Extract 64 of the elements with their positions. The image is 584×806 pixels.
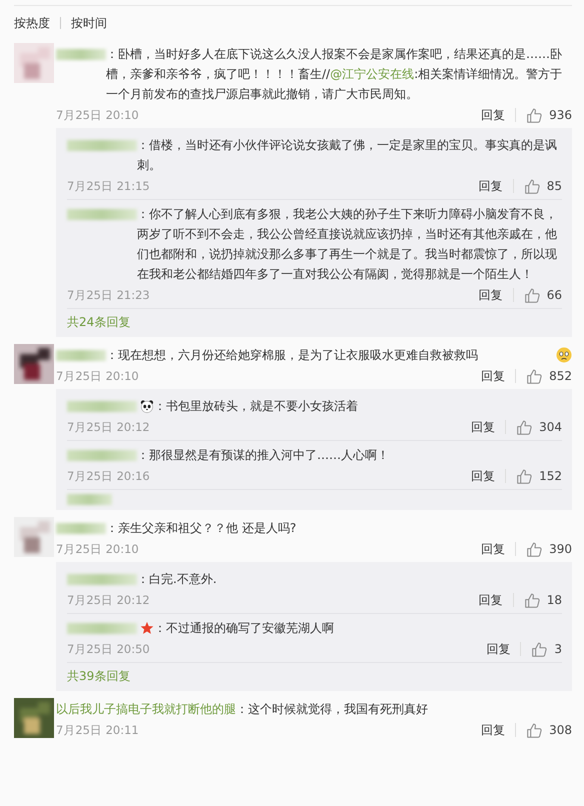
comment-text: ：亲生父亲和祖父？？他 还是人吗?: [106, 520, 298, 537]
like-count: 304: [539, 420, 562, 434]
like-count: 308: [549, 723, 572, 737]
reply-link[interactable]: 回复: [481, 368, 506, 384]
reply-text: ：书包里放砖头，就是不要小女孩活着: [154, 398, 359, 415]
sort-tab[interactable]: 按热度: [14, 14, 50, 32]
blurred-username: [56, 350, 106, 361]
comment-text: ：这个时候就觉得，我国有死刑真好: [236, 701, 429, 718]
like-count: 936: [549, 108, 572, 122]
thumbs-up-icon[interactable]: [526, 540, 544, 558]
timestamp: 7月25日 20:50: [67, 642, 150, 656]
reply-link[interactable]: 回复: [486, 640, 510, 658]
thumbs-up-icon[interactable]: [516, 418, 534, 436]
reply-link[interactable]: 回复: [481, 540, 506, 558]
like-count: 390: [549, 542, 572, 556]
timestamp: 7月25日 20:12: [67, 420, 150, 434]
like-count: 18: [546, 593, 562, 607]
blurred-username: [56, 523, 106, 534]
reply-text: ：白完.不意外.: [137, 571, 218, 588]
blurred-username: [67, 401, 137, 412]
blurred-username: [67, 140, 137, 151]
timestamp: 7月25日 20:10: [56, 108, 139, 122]
blurred-username: [67, 450, 137, 461]
thumbs-up-icon[interactable]: [516, 468, 534, 484]
blurred-username: [67, 623, 137, 634]
thumbs-up-icon[interactable]: [531, 640, 548, 658]
reply-link[interactable]: 回复: [478, 178, 503, 194]
reply-text: ：那很显然是有预谋的推入河中了……人心啊！: [137, 447, 390, 464]
like-count: 852: [549, 369, 572, 383]
reply-text: ：你不了解人心到底有多狠，我老公大姨的孙子生下来听力障碍小脑发育不良，两岁了听不到不会走，我公公曾经直接说就应该扔掉，当时还有其他亲戚在，他们也都附和，说扔掉就没那么多事了再生一个就是了。我当时都震惊了，所以现在我和老公都结婚四年多了一直对我公公有隔阂，觉得那就是一个陌生人！: [137, 206, 558, 283]
thumbs-up-icon[interactable]: [526, 722, 544, 738]
reply-link[interactable]: 回复: [481, 722, 506, 738]
reply-link[interactable]: 回复: [471, 418, 496, 436]
thumbs-up-icon[interactable]: [524, 592, 541, 608]
timestamp: 7月25日 20:16: [67, 468, 150, 484]
timestamp: 7月25日 20:11: [56, 722, 139, 738]
star-icon: [140, 621, 154, 635]
like-count: 85: [546, 179, 562, 193]
reply-link[interactable]: 回复: [481, 106, 506, 124]
panda-icon: [140, 399, 154, 413]
comment-text: ：卧槽，当时好多人在底下说这么久没人报案不会是家属作案吧，结果还真的是……卧槽，亲爹和亲爷爷，疯了吧！！！！畜生//@江宁公安在线:相关案情详细情况。警方于一个月前发布的查找尸源启事就此撤销，请广大市民周知。: [106, 46, 564, 103]
like-count: 152: [539, 469, 562, 483]
reply-link[interactable]: 回复: [471, 468, 496, 484]
timestamp: 7月25日 20:12: [67, 592, 150, 608]
like-count: 3: [554, 642, 562, 656]
thumbs-up-icon[interactable]: [526, 368, 544, 384]
timestamp: 7月25日 20:10: [56, 542, 139, 556]
sort-tab[interactable]: 按时间: [71, 14, 107, 32]
reply-text: ：借楼，当时还有小伙伴评论说女孩戴了佛，一定是家里的宝贝。事实真的是讽刺。: [137, 137, 558, 174]
reply-link[interactable]: 回复: [478, 286, 503, 304]
blurred-username: [67, 209, 137, 220]
comment-text: ：现在想想，六月份还给她穿棉服，是为了让衣服吸水更难自救被救吗: [106, 347, 479, 364]
thumbs-up-icon[interactable]: [524, 286, 541, 304]
timestamp: 7月25日 21:23: [67, 288, 150, 302]
blurred-username: [67, 574, 137, 585]
timestamp: 7月25日 21:15: [67, 178, 150, 194]
thumbs-up-icon[interactable]: [526, 106, 544, 124]
reply-link[interactable]: 回复: [478, 592, 503, 608]
like-count: 66: [546, 288, 562, 302]
timestamp: 7月25日 20:10: [56, 368, 139, 384]
sad-face-icon: [556, 347, 572, 363]
blurred-username: [56, 49, 106, 60]
thumbs-up-icon[interactable]: [524, 178, 541, 194]
reply-text: ：不过通报的确写了安徽芜湖人啊: [154, 620, 335, 637]
